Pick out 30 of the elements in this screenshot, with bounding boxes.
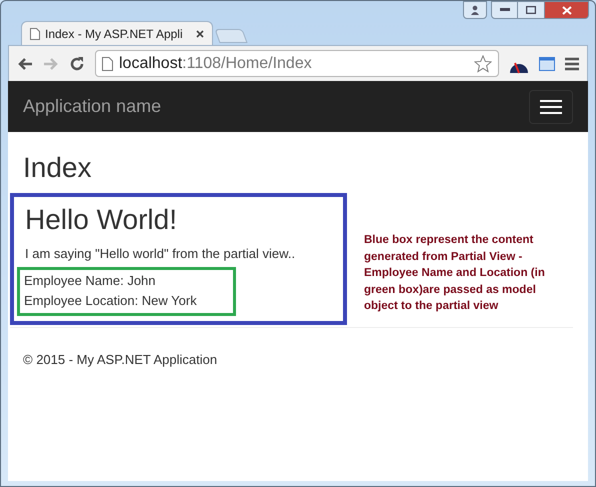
url-text: localhost:1108/Home/Index bbox=[119, 54, 312, 74]
page-icon bbox=[30, 28, 40, 40]
partial-heading: Hello World! bbox=[25, 203, 178, 237]
employee-field: Employee Location: New York bbox=[24, 290, 229, 310]
address-bar[interactable]: localhost:1108/Home/Index bbox=[95, 50, 499, 77]
menu-icon bbox=[540, 100, 562, 114]
footer-text: © 2015 - My ASP.NET Application bbox=[23, 351, 218, 369]
reload-icon[interactable] bbox=[69, 56, 85, 72]
menu-icon[interactable] bbox=[565, 56, 579, 70]
tab-title: Index - My ASP.NET Appli bbox=[45, 26, 183, 42]
close-icon bbox=[562, 6, 572, 14]
menu-toggle-button[interactable] bbox=[529, 90, 573, 124]
person-icon bbox=[470, 5, 480, 15]
minimize-button[interactable] bbox=[491, 1, 518, 19]
star-icon[interactable] bbox=[474, 54, 492, 72]
back-icon[interactable] bbox=[17, 56, 33, 70]
maximize-icon bbox=[526, 6, 536, 14]
annotation-text: Blue box represent the content generated from Partial View - Employee Name and Location (in green box)are passed as model object to the partial view bbox=[364, 233, 546, 314]
close-icon[interactable] bbox=[196, 30, 204, 38]
minimize-icon bbox=[500, 8, 510, 12]
window-icon[interactable] bbox=[539, 56, 555, 70]
page-heading: Index bbox=[23, 151, 92, 185]
browser-tab[interactable]: Index - My ASP.NET Appli bbox=[21, 21, 213, 45]
close-button[interactable] bbox=[544, 1, 589, 19]
maximize-button[interactable] bbox=[518, 1, 544, 19]
brand-link[interactable]: Application name bbox=[23, 93, 162, 120]
profile-button[interactable] bbox=[463, 1, 487, 19]
employee-field: Employee Name: John bbox=[24, 270, 229, 290]
partial-text: I am saying "Hello world" from the partial view.. bbox=[25, 245, 296, 263]
page-icon bbox=[102, 56, 113, 70]
